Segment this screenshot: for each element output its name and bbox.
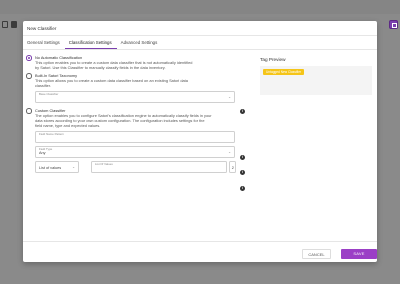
tag-preview-box: Untagged New Classifier	[260, 66, 372, 95]
field-type-info-icon[interactable]: i	[240, 170, 245, 175]
tab-bar: General Settings Classification Settings…	[23, 39, 162, 49]
no-automatic-radio[interactable]	[26, 55, 32, 61]
built-in-radio[interactable]	[26, 73, 32, 79]
list-of-values-label: List Of Values	[95, 162, 113, 166]
no-automatic-desc-line2: by Satori. Use this Classifier to manual…	[35, 65, 166, 70]
base-classifier-label: Base Classifier	[39, 92, 59, 96]
field-type-value: Any	[39, 151, 46, 155]
option-built-in[interactable]: Built-In Satori Taxonomy This option all…	[26, 73, 251, 103]
values-count-box[interactable]: 2	[229, 161, 236, 173]
field-name-pattern-input[interactable]: Field Name Pattern	[35, 131, 235, 143]
base-classifier-select[interactable]: Base Classifier ⌄	[35, 91, 235, 103]
tab-advanced-settings[interactable]: Advanced Settings	[117, 39, 163, 49]
new-classifier-modal: New Classifier General Settings Classifi…	[23, 21, 377, 262]
tab-divider	[23, 49, 377, 50]
base-classifier-info-icon[interactable]: i	[240, 109, 245, 114]
field-name-pattern-label: Field Name Pattern	[39, 132, 64, 136]
background-topbar	[0, 0, 400, 14]
cancel-button[interactable]: CANCEL	[302, 249, 331, 259]
custom-desc-line3: field name, type and expected values.	[35, 123, 101, 128]
modal-title: New Classifier	[27, 25, 57, 31]
values-count: 2	[231, 165, 234, 170]
modal-header: New Classifier	[23, 21, 377, 36]
footer-divider	[23, 241, 377, 242]
custom-radio[interactable]	[26, 108, 32, 114]
expand-icon	[389, 20, 398, 29]
trash-icon	[11, 21, 17, 28]
list-of-values-input[interactable]: List Of Values	[91, 161, 227, 173]
copy-icon	[2, 21, 8, 28]
chevron-down-icon: ⌄	[228, 150, 231, 154]
save-button[interactable]: SAVE	[341, 249, 377, 259]
field-type-select[interactable]: Field Type Any ⌄	[35, 146, 235, 158]
list-of-values-info-icon[interactable]: i	[240, 186, 245, 191]
background-toolbar	[2, 21, 17, 28]
built-in-desc-line2: classifier.	[35, 83, 51, 88]
values-type-value: List of values	[39, 165, 62, 170]
chevron-down-icon: ⌄	[228, 95, 231, 99]
classification-options: No Automatic Classification This option …	[26, 55, 251, 173]
option-no-automatic[interactable]: No Automatic Classification This option …	[26, 55, 251, 70]
tag-preview-label: Tag Preview	[260, 57, 286, 62]
values-type-select[interactable]: List of values ⌄	[35, 161, 79, 173]
values-row: List of values ⌄ List Of Values 2	[35, 161, 251, 173]
tab-classification-settings[interactable]: Classification Settings	[64, 39, 117, 49]
tab-general-settings[interactable]: General Settings	[23, 39, 65, 49]
option-custom[interactable]: Custom Classifier The option enables you…	[26, 108, 251, 173]
chevron-down-icon: ⌄	[72, 165, 75, 169]
tag-preview-chip: Untagged New Classifier	[263, 69, 305, 75]
field-name-info-icon[interactable]: i	[240, 155, 245, 160]
